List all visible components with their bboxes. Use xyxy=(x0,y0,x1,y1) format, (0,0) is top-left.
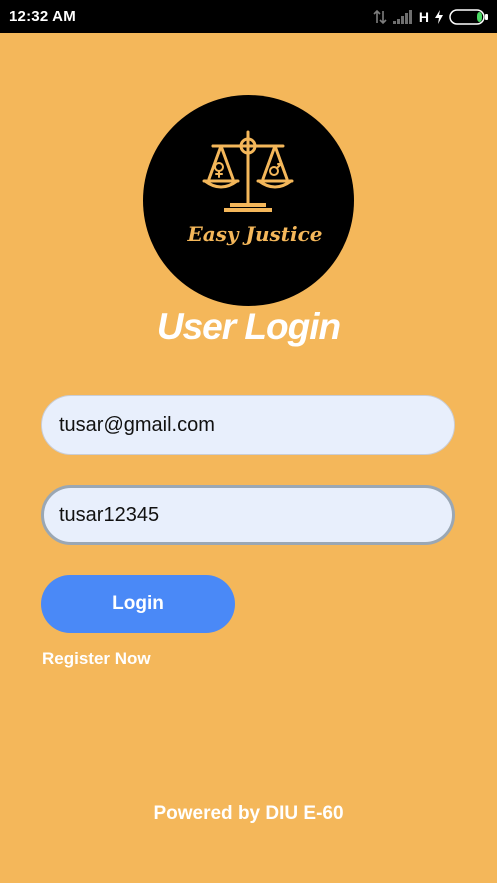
login-button[interactable]: Login xyxy=(41,575,235,633)
status-time: 12:32 AM xyxy=(9,8,76,25)
email-field[interactable]: tusar@gmail.com xyxy=(41,395,455,455)
network-type-label: H xyxy=(418,9,429,25)
charging-icon xyxy=(435,10,443,24)
battery-icon xyxy=(449,9,488,25)
status-bar: 12:32 AM H xyxy=(0,0,497,33)
scales-of-justice-icon xyxy=(202,130,294,212)
status-icons: H xyxy=(367,7,489,27)
page-title: User Login xyxy=(156,306,341,347)
data-transfer-icon xyxy=(373,9,387,25)
app-logo: Easy Justice xyxy=(143,95,354,306)
signal-icon xyxy=(392,10,412,24)
register-now-link[interactable]: Register Now xyxy=(42,649,151,669)
footer-credit: Powered by DIU E-60 xyxy=(153,803,344,824)
logo-text: Easy Justice xyxy=(186,222,322,246)
password-field[interactable]: tusar12345 xyxy=(41,485,455,545)
